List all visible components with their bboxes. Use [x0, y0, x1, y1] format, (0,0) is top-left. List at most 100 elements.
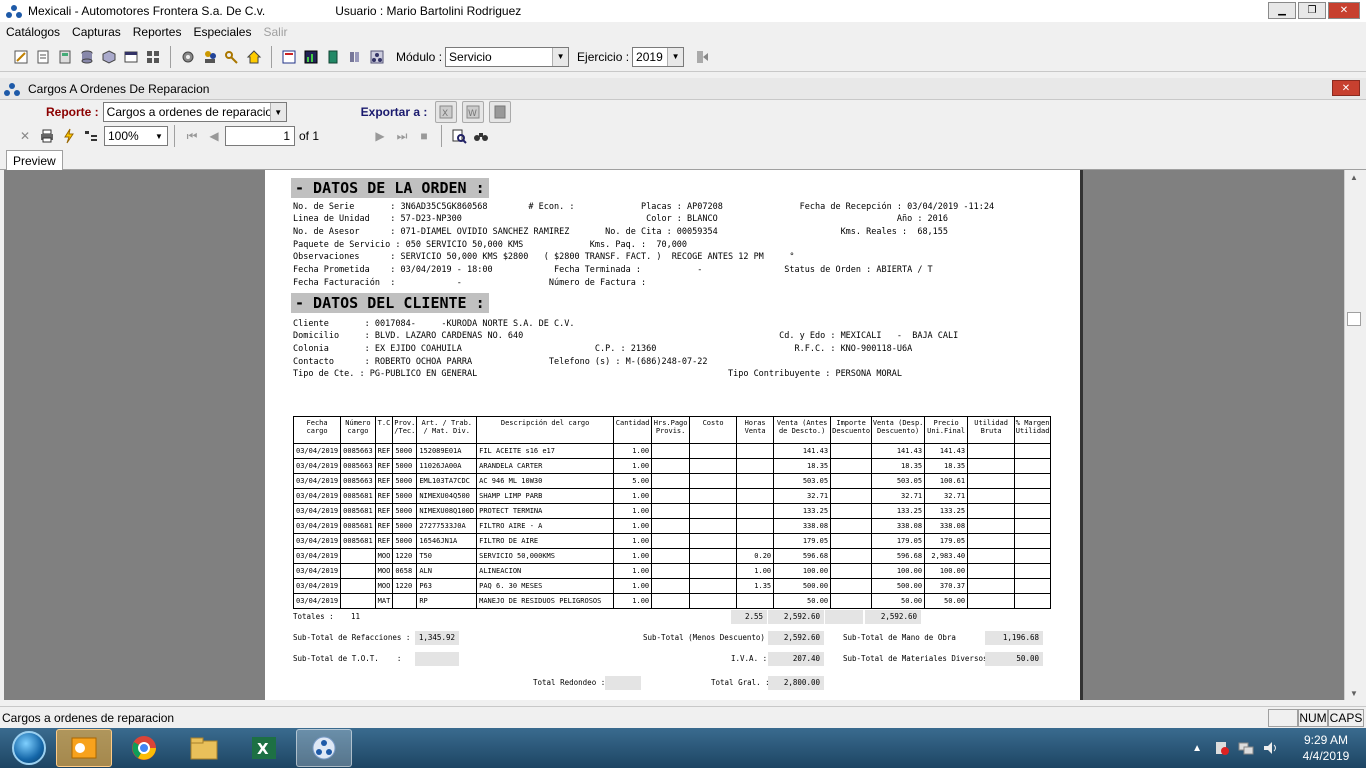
show-hidden-icons[interactable]: ▲ [1192, 743, 1202, 754]
report-viewer: - DATOS DE LA ORDEN : No. de Serie : 3N6… [4, 170, 1344, 700]
prev-page-icon[interactable]: ◀ [204, 126, 224, 146]
binoculars-icon[interactable] [471, 126, 491, 146]
table-cell: 338.08 [924, 518, 969, 534]
iva-label: I.V.A. : [731, 654, 768, 663]
report-row: Reporte : Cargos a ordenes de reparacion… [0, 100, 1366, 124]
table-cell: 5000 [392, 503, 418, 519]
chrome-taskbar-icon[interactable] [116, 729, 172, 767]
menu-capturas[interactable]: Capturas [66, 25, 127, 39]
excel-export-icon[interactable]: X [435, 101, 458, 123]
first-page-icon[interactable]: ⏮ [182, 126, 202, 146]
print-icon[interactable] [37, 126, 57, 146]
network-icon[interactable] [367, 47, 387, 67]
menu-salir[interactable]: Salir [257, 25, 293, 39]
calculator-icon[interactable] [55, 47, 75, 67]
vertical-scrollbar[interactable]: ▲ ▼ [1344, 170, 1362, 700]
document-icon[interactable] [33, 47, 53, 67]
num-indicator: NUM [1298, 709, 1328, 727]
gear-icon[interactable] [178, 47, 198, 67]
table-cell [830, 548, 873, 564]
stop-icon[interactable]: ■ [414, 126, 434, 146]
home-icon[interactable] [244, 47, 264, 67]
excel-taskbar-icon[interactable]: X [236, 729, 292, 767]
outlook-taskbar-icon[interactable] [56, 729, 112, 767]
table-cell [967, 548, 1016, 564]
table-cell: REF [374, 473, 394, 489]
ejercicio-select[interactable]: 2019 ▼ [632, 46, 685, 67]
cliente-line: Contacto : ROBERTO OCHOA PARRA Telefono … [293, 357, 708, 367]
phone-icon[interactable] [323, 47, 343, 67]
network-icon[interactable] [1238, 740, 1254, 756]
zoom-select[interactable]: 100% ▼ [104, 126, 168, 146]
cliente-line: Cliente : 0017084- -KURODA NORTE S.A. DE… [293, 319, 575, 329]
table-cell [736, 518, 775, 534]
books-icon[interactable] [345, 47, 365, 67]
modulo-select[interactable]: Servicio ▼ [445, 46, 570, 67]
tree-icon[interactable] [81, 126, 101, 146]
page-input[interactable]: 1 [225, 126, 295, 146]
svg-text:X: X [442, 109, 448, 119]
pdf-export-icon[interactable] [489, 101, 512, 123]
tab-preview[interactable]: Preview [6, 150, 63, 170]
orden-line: Linea de Unidad : 57-D23-NP300 Color : B… [293, 214, 949, 224]
chart-icon[interactable] [301, 47, 321, 67]
exit-icon[interactable] [692, 47, 712, 67]
child-close-button[interactable]: ✕ [1332, 80, 1360, 96]
table-cell [689, 458, 738, 474]
next-page-icon[interactable]: ▶ [370, 126, 390, 146]
report-page: - DATOS DE LA ORDEN : No. de Serie : 3N6… [265, 170, 1083, 700]
explorer-taskbar-icon[interactable] [176, 729, 232, 767]
menu-reportes[interactable]: Reportes [127, 25, 188, 39]
scroll-thumb[interactable] [1347, 312, 1361, 326]
edit-icon[interactable] [11, 47, 31, 67]
table-cell: 03/04/2019 [292, 533, 342, 549]
table-cell: 500.00 [871, 578, 926, 594]
grid-icon[interactable] [143, 47, 163, 67]
table-cell: 5.00 [613, 473, 653, 489]
table-cell [689, 518, 738, 534]
people-icon[interactable] [200, 47, 220, 67]
close-button[interactable]: ✕ [1328, 2, 1360, 19]
start-button[interactable] [6, 729, 52, 767]
table-cell [689, 578, 738, 594]
table-cell: 503.05 [773, 473, 832, 489]
menu-especiales[interactable]: Especiales [187, 25, 257, 39]
report-select[interactable]: Cargos a ordenes de reparacion ▼ [102, 102, 287, 122]
app-taskbar-icon[interactable] [296, 729, 352, 767]
last-page-icon[interactable]: ⏭ [392, 126, 412, 146]
window-icon[interactable] [121, 47, 141, 67]
key-icon[interactable] [222, 47, 242, 67]
cube-icon[interactable] [99, 47, 119, 67]
table-row: 03/04/2019 0085663 REF 5000 152089E01A FIL AC… [292, 443, 1052, 459]
scroll-up-icon[interactable]: ▲ [1345, 170, 1363, 184]
column-header: Venta (Antes de Descto.) [773, 416, 832, 444]
minimize-button[interactable]: ▁ [1268, 2, 1296, 19]
report-icon[interactable] [279, 47, 299, 67]
search-icon[interactable] [449, 126, 469, 146]
total-label: Total Gral. : [711, 678, 770, 687]
restore-button[interactable]: ❐ [1298, 2, 1326, 19]
refresh-icon[interactable] [59, 126, 79, 146]
total-descuento [825, 610, 863, 624]
viewer-toolbar: ✕ 100% ▼ ⏮ ◀ 1 of 1 ▶ ⏭ ■ [0, 124, 1366, 148]
clock[interactable]: 9:29 AM 4/4/2019 [1286, 732, 1366, 764]
scroll-down-icon[interactable]: ▼ [1345, 686, 1363, 700]
volume-icon[interactable] [1262, 740, 1278, 756]
word-export-icon[interactable]: W [462, 101, 485, 123]
total-horas: 2.55 [731, 610, 767, 624]
orden-line: Paquete de Servicio : 050 SERVICIO 50,00… [293, 240, 688, 250]
database-icon[interactable] [77, 47, 97, 67]
caps-indicator: CAPS [1328, 709, 1364, 727]
flag-icon[interactable] [1214, 740, 1230, 756]
table-cell: 133.25 [773, 503, 832, 519]
menu-catalogos[interactable]: Catálogos [0, 25, 66, 39]
table-cell: 100.00 [773, 563, 832, 579]
table-cell: FIL ACEITE s16 e17 [476, 443, 615, 459]
close-icon[interactable]: ✕ [15, 126, 35, 146]
table-cell [736, 443, 775, 459]
table-cell: 5000 [392, 458, 418, 474]
sub-refacciones: 1,345.92 [415, 631, 459, 645]
column-header: Número cargo [340, 416, 376, 444]
table-cell [1014, 533, 1052, 549]
sub-mano-obra-label: Sub-Total de Mano de Obra [843, 633, 956, 642]
